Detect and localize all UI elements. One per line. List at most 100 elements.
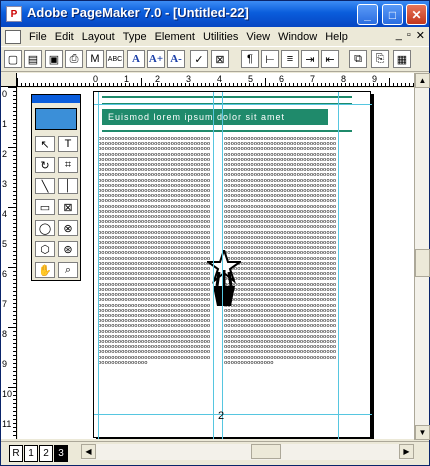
polygon-tool-icon[interactable]: ⬡ [35,241,55,257]
ruler-tick [13,435,16,436]
find-icon[interactable]: M [86,50,104,68]
horizontal-scroll-thumb[interactable] [251,444,281,459]
ruler-tick [8,387,16,388]
rotate-tool-icon[interactable]: ↻ [35,157,55,173]
vertical-ruler[interactable]: 0 1 2 3 4 5 6 7 8 9 10 11 [1,87,17,439]
ruler-tick [13,311,16,312]
ruler-tick [13,115,16,116]
zoom-tool-icon[interactable]: ⌕ [58,262,78,278]
ellipse-frame-tool-icon[interactable]: ⊗ [58,220,78,236]
print-icon[interactable]: ⎙ [65,50,83,68]
save-icon-glyph: ▣ [48,53,60,66]
font-decrease-icon[interactable]: A- [167,50,185,68]
page-tab-1[interactable]: 1 [24,445,38,462]
font-large-icon[interactable]: A [127,50,145,68]
toolbox-palette[interactable]: ↖ T ↻ ⌗ ╲ │ ▭ ⊠ ◯ ⊗ ⬡ ⊛ ✋ ⌕ [31,94,81,281]
ellipse-tool-icon[interactable]: ◯ [35,220,55,236]
vertical-scrollbar[interactable]: ▲ ▼ [414,73,430,440]
menu-type[interactable]: Type [119,31,151,43]
ruler-tick [13,283,16,284]
polygon-frame-tool-icon[interactable]: ⊛ [58,241,78,257]
ruler-tick [281,83,282,86]
place-icon[interactable]: ▦ [393,50,411,68]
ruler-tick [185,83,186,86]
doc-restore-button[interactable]: ▫ [407,29,411,42]
menu-element[interactable]: Element [151,31,199,43]
ruler-tick [17,78,18,86]
check-icon[interactable]: ✓ [190,50,208,68]
window-title: Adobe PageMaker 7.0 - [Untitled-22] [27,5,249,20]
constrained-line-tool-icon[interactable]: │ [58,178,78,194]
font-increase-icon[interactable]: A+ [147,50,165,68]
indent-icon[interactable]: ⇥ [301,50,319,68]
text-tool-icon[interactable]: T [58,136,78,152]
save-icon[interactable]: ▣ [45,50,63,68]
ruler-tick [313,83,314,86]
toolbox-title-bar[interactable] [32,95,80,103]
ruler-tick [397,83,398,86]
paragraph-icon[interactable]: ¶ [241,50,259,68]
pagemaker-app-icon[interactable]: P [6,6,22,22]
maximize-button[interactable]: □ [382,4,403,25]
line-tool-icon[interactable]: ╲ [35,178,55,194]
hand-tool-icon[interactable]: ✋ [35,262,55,278]
scroll-left-icon[interactable]: ◀ [81,444,96,459]
menu-edit[interactable]: Edit [51,31,78,43]
menu-file[interactable]: File [25,31,51,43]
vertical-scroll-thumb[interactable] [415,249,430,277]
spell-icon[interactable]: ABC [106,50,124,68]
menu-utilities[interactable]: Utilities [199,31,242,43]
menu-layout[interactable]: Layout [78,31,119,43]
ruler-tick [13,179,16,180]
guide-top[interactable] [94,104,372,105]
outdent-icon[interactable]: ⇤ [321,50,339,68]
ruler-tick [13,183,16,184]
scroll-up-icon[interactable]: ▲ [415,73,430,88]
style-icon[interactable]: ⊠ [211,50,229,68]
doc-minimize-button[interactable]: _ [396,29,402,42]
guide-right[interactable] [338,92,339,439]
document-page[interactable]: Euismod lorem ipsum dolor sit amet ooooo… [93,91,372,439]
pointer-tool-icon[interactable]: ↖ [35,136,55,152]
page-tab-2[interactable]: 2 [39,445,53,462]
rectangle-frame-tool-icon[interactable]: ⊠ [58,199,78,215]
guide-bottom[interactable] [94,414,372,415]
guide-left[interactable] [98,92,99,439]
title-bar[interactable]: P Adobe PageMaker 7.0 - [Untitled-22] _ … [1,1,429,27]
guide-column-a[interactable] [213,92,214,439]
horizontal-scrollbar[interactable]: ◀ ▶ [81,444,414,460]
new-icon[interactable]: ▢ [4,50,22,68]
horizontal-ruler[interactable]: 0123456789 [17,73,414,87]
master-page-tab[interactable]: R [9,445,23,462]
crop-tool-icon[interactable]: ⌗ [58,157,78,173]
ruler-origin[interactable] [1,73,17,87]
paste-icon[interactable]: ⎘ [371,50,389,68]
ruler-tick [13,155,16,156]
ruler-tick [293,83,294,86]
page-tab-3[interactable]: 3 [54,445,68,462]
scroll-right-icon[interactable]: ▶ [399,444,414,459]
open-icon[interactable]: ▤ [24,50,42,68]
scroll-down-icon[interactable]: ▼ [415,425,430,440]
guide-column-b[interactable] [222,92,223,439]
menu-help[interactable]: Help [321,31,352,43]
ruler-tick [13,335,16,336]
ruler-tick [13,423,16,424]
align-icon[interactable]: ⊢ [261,50,279,68]
bullets-icon[interactable]: ≡ [281,50,299,68]
text-column-right[interactable]: oooooooooooooooooooooooooooooooooooooooo… [224,136,338,420]
close-button[interactable]: ✕ [406,4,427,25]
document-control-icon[interactable] [5,29,21,44]
ruler-tick [217,83,218,86]
menu-view[interactable]: View [242,31,274,43]
ruler-tick [77,83,78,86]
menu-window[interactable]: Window [274,31,321,43]
v-ruler-label: 0 [2,89,8,99]
ruler-tick [13,427,16,428]
text-column-left[interactable]: oooooooooooooooooooooooooooooooooooooooo… [98,136,212,420]
doc-close-button[interactable]: ✕ [416,29,425,42]
copy-icon[interactable]: ⧉ [349,50,367,68]
minimize-button[interactable]: _ [357,4,378,25]
heading-banner[interactable]: Euismod lorem ipsum dolor sit amet [102,109,328,125]
rectangle-tool-icon[interactable]: ▭ [35,199,55,215]
